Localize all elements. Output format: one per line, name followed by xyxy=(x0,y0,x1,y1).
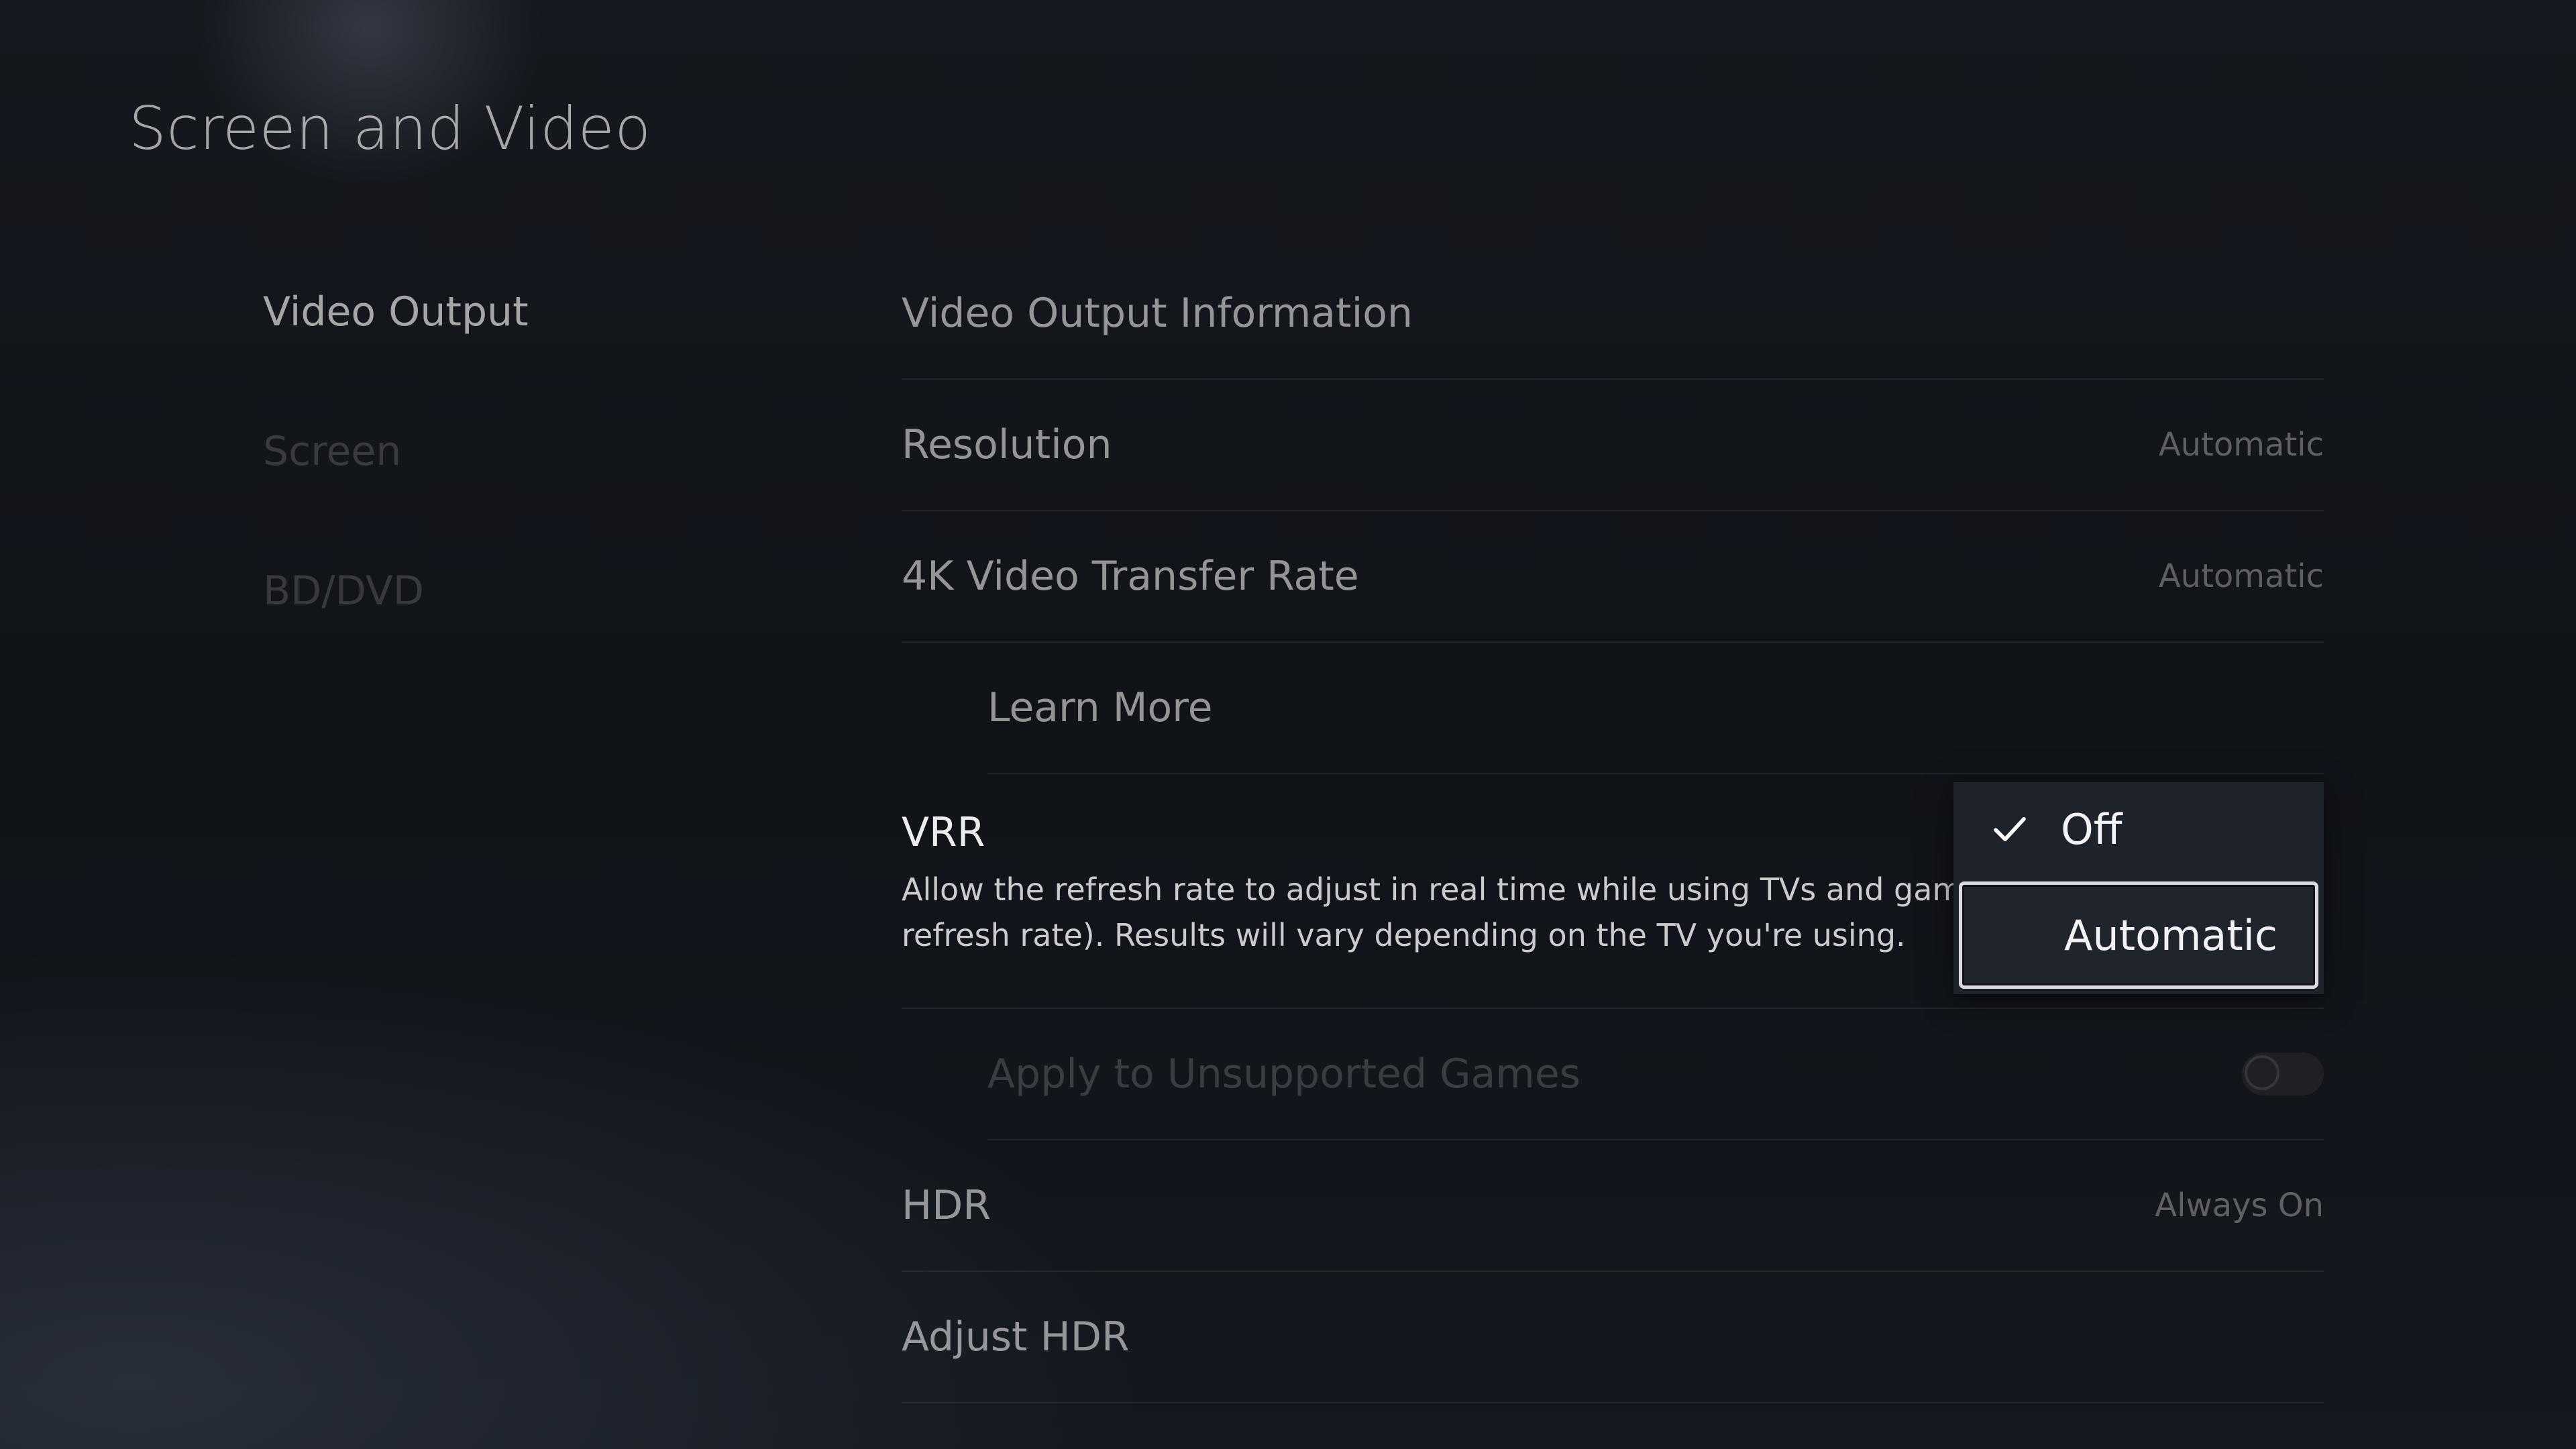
toggle-knob xyxy=(2245,1055,2279,1090)
apply-unsupported-row[interactable]: Apply to Unsupported Games xyxy=(987,1009,2324,1140)
learn-more-label: Learn More xyxy=(987,684,1213,731)
vrr-label: VRR xyxy=(902,809,985,856)
transfer-rate-label: 4K Video Transfer Rate xyxy=(902,553,1359,600)
hdr-label: HDR xyxy=(902,1182,991,1229)
sidebar-item-bd-dvd[interactable]: BD/DVD xyxy=(263,554,529,694)
apply-unsupported-toggle[interactable] xyxy=(2242,1053,2324,1095)
sidebar-item-video-output[interactable]: Video Output xyxy=(263,275,529,415)
learn-more-row[interactable]: Learn More xyxy=(987,643,2324,774)
resolution-row[interactable]: Resolution Automatic xyxy=(902,380,2324,511)
apply-unsupported-label: Apply to Unsupported Games xyxy=(987,1051,1581,1097)
adjust-hdr-row[interactable]: Adjust HDR xyxy=(902,1272,2324,1403)
page-title: Screen and Video xyxy=(129,94,651,163)
checkmark-icon xyxy=(1994,817,2026,841)
resolution-label: Resolution xyxy=(902,421,1112,468)
hdr-value: Always On xyxy=(2155,1187,2324,1224)
video-output-information-row[interactable]: Video Output Information xyxy=(902,248,2324,380)
vrr-dropdown: Off Automatic xyxy=(1953,782,2324,994)
dropdown-option-off-label: Off xyxy=(2061,804,2123,854)
transfer-rate-value: Automatic xyxy=(2158,557,2324,595)
dropdown-option-off[interactable]: Off xyxy=(1953,782,2324,876)
dropdown-option-automatic[interactable]: Automatic xyxy=(1959,881,2318,989)
video-output-information-label: Video Output Information xyxy=(902,290,1413,337)
transfer-rate-row[interactable]: 4K Video Transfer Rate Automatic xyxy=(902,511,2324,643)
dropdown-option-automatic-label: Automatic xyxy=(2064,910,2277,960)
adjust-hdr-label: Adjust HDR xyxy=(902,1313,1130,1360)
hdr-row[interactable]: HDR Always On xyxy=(902,1140,2324,1272)
resolution-value: Automatic xyxy=(2158,426,2324,464)
sidebar: Video Output Screen BD/DVD xyxy=(263,275,529,694)
sidebar-item-screen[interactable]: Screen xyxy=(263,415,529,554)
